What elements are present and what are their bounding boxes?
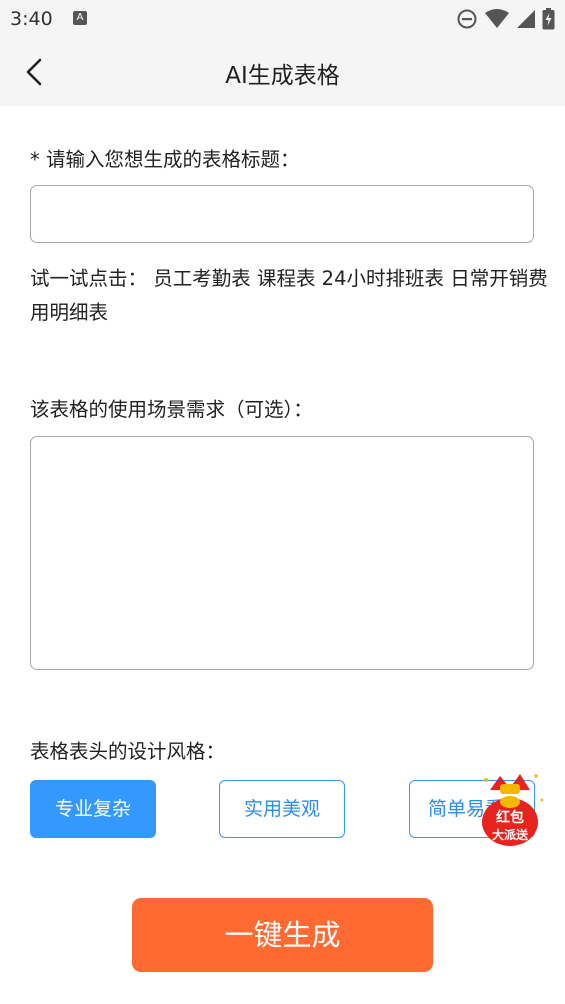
promo-line-1: 红包	[496, 809, 524, 826]
do-not-disturb-icon	[457, 9, 477, 29]
scene-textarea[interactable]	[30, 436, 534, 670]
try-examples: 试一试点击： 员工考勤表 课程表 24小时排班表 日常开销费用明细表	[30, 262, 550, 330]
example-timetable-link[interactable]: 课程表	[257, 267, 316, 290]
status-icons	[456, 8, 555, 30]
example-shift-schedule-link[interactable]: 24小时排班表	[322, 267, 444, 290]
try-prefix: 试一试点击：	[30, 267, 148, 290]
style-field-label: 表格表头的设计风格：	[30, 740, 226, 763]
example-attendance-link[interactable]: 员工考勤表	[153, 267, 251, 290]
status-time: 3:40	[10, 8, 53, 30]
style-option-practical[interactable]: 实用美观	[219, 780, 345, 838]
wifi-icon	[485, 9, 509, 28]
signal-icon	[517, 10, 535, 28]
red-packet-promo[interactable]: 红包 大派送	[472, 766, 548, 848]
generate-button[interactable]: 一键生成	[132, 898, 433, 972]
style-option-professional[interactable]: 专业复杂	[30, 780, 156, 838]
title-input[interactable]	[30, 185, 534, 243]
title-field-label: * 请输入您想生成的表格标题：	[30, 148, 300, 171]
page-title: AI生成表格	[225, 63, 340, 89]
red-packet-icon: 红包 大派送	[482, 774, 544, 846]
battery-icon	[542, 8, 555, 30]
status-bar: 3:40 A	[0, 0, 565, 38]
scene-field-label: 该表格的使用场景需求（可选）：	[30, 398, 313, 421]
notification-a-icon: A	[73, 11, 87, 25]
app-bar: AI生成表格	[0, 38, 565, 106]
promo-line-2: 大派送	[492, 827, 529, 842]
